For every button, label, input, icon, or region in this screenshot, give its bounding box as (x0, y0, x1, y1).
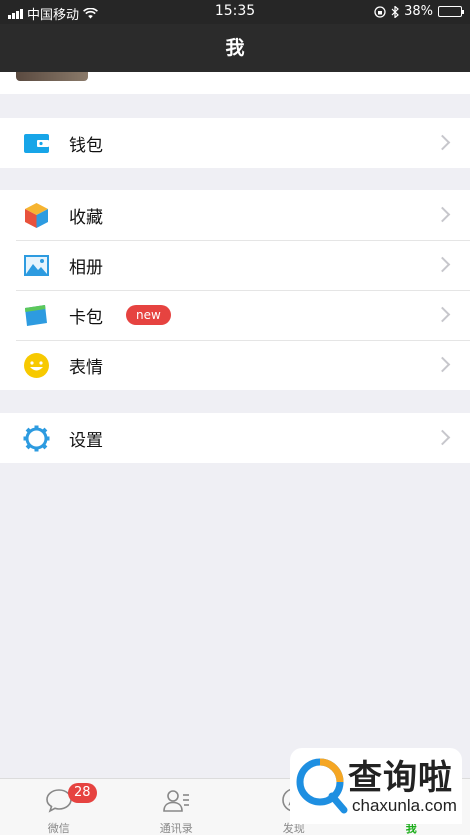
wallet-icon (24, 134, 49, 153)
photo-icon (24, 255, 49, 276)
smiley-icon (24, 353, 49, 378)
bluetooth-icon (391, 5, 399, 18)
album-cell[interactable]: 相册 (0, 240, 470, 290)
cube-icon (25, 203, 48, 228)
settings-group: 设置 (0, 413, 470, 463)
chevron-right-icon (434, 429, 451, 446)
wallet-cell[interactable]: 钱包 (0, 118, 470, 168)
tab-contacts[interactable]: 通讯录 (118, 779, 236, 835)
settings-cell[interactable]: 设置 (0, 413, 470, 463)
tab-chats[interactable]: 28 微信 (0, 779, 118, 835)
card-icon (25, 305, 47, 326)
unread-count-badge: 28 (68, 783, 97, 803)
watermark: 查询啦 chaxunla.com (290, 748, 462, 824)
tab-label: 微信 (47, 822, 70, 835)
gear-icon (23, 425, 50, 452)
cards-cell[interactable]: 卡包 new (0, 290, 470, 340)
collection-label: 收藏 (69, 207, 103, 228)
watermark-url: chaxunla.com (352, 796, 457, 815)
chevron-right-icon (434, 306, 451, 323)
wallet-label: 钱包 (69, 135, 103, 156)
album-label: 相册 (69, 257, 103, 278)
watermark-title: 查询啦 (348, 758, 453, 798)
battery-percent: 38% (404, 4, 433, 19)
contacts-icon (163, 790, 190, 812)
avatar[interactable] (16, 72, 88, 81)
stickers-label: 表情 (69, 357, 103, 378)
battery-icon (438, 6, 464, 17)
new-badge: new (126, 305, 171, 325)
magnifier-logo-icon (296, 758, 348, 814)
tab-label: 通讯录 (159, 822, 193, 835)
profile-header[interactable] (0, 72, 470, 94)
nav-title: 我 (0, 24, 470, 72)
chevron-right-icon (434, 206, 451, 223)
stickers-cell[interactable]: 表情 (0, 340, 470, 390)
wallet-group: 钱包 (0, 118, 470, 168)
status-bar: 中国移动 15:35 38% (0, 0, 470, 24)
collection-cell[interactable]: 收藏 (0, 190, 470, 240)
settings-label: 设置 (69, 430, 103, 451)
rotation-lock-icon (374, 5, 386, 18)
chevron-right-icon (434, 134, 451, 151)
cards-label: 卡包 (69, 307, 103, 328)
chevron-right-icon (434, 256, 451, 273)
features-group: 收藏 相册 卡包 new 表情 (0, 190, 470, 390)
chevron-right-icon (434, 356, 451, 373)
